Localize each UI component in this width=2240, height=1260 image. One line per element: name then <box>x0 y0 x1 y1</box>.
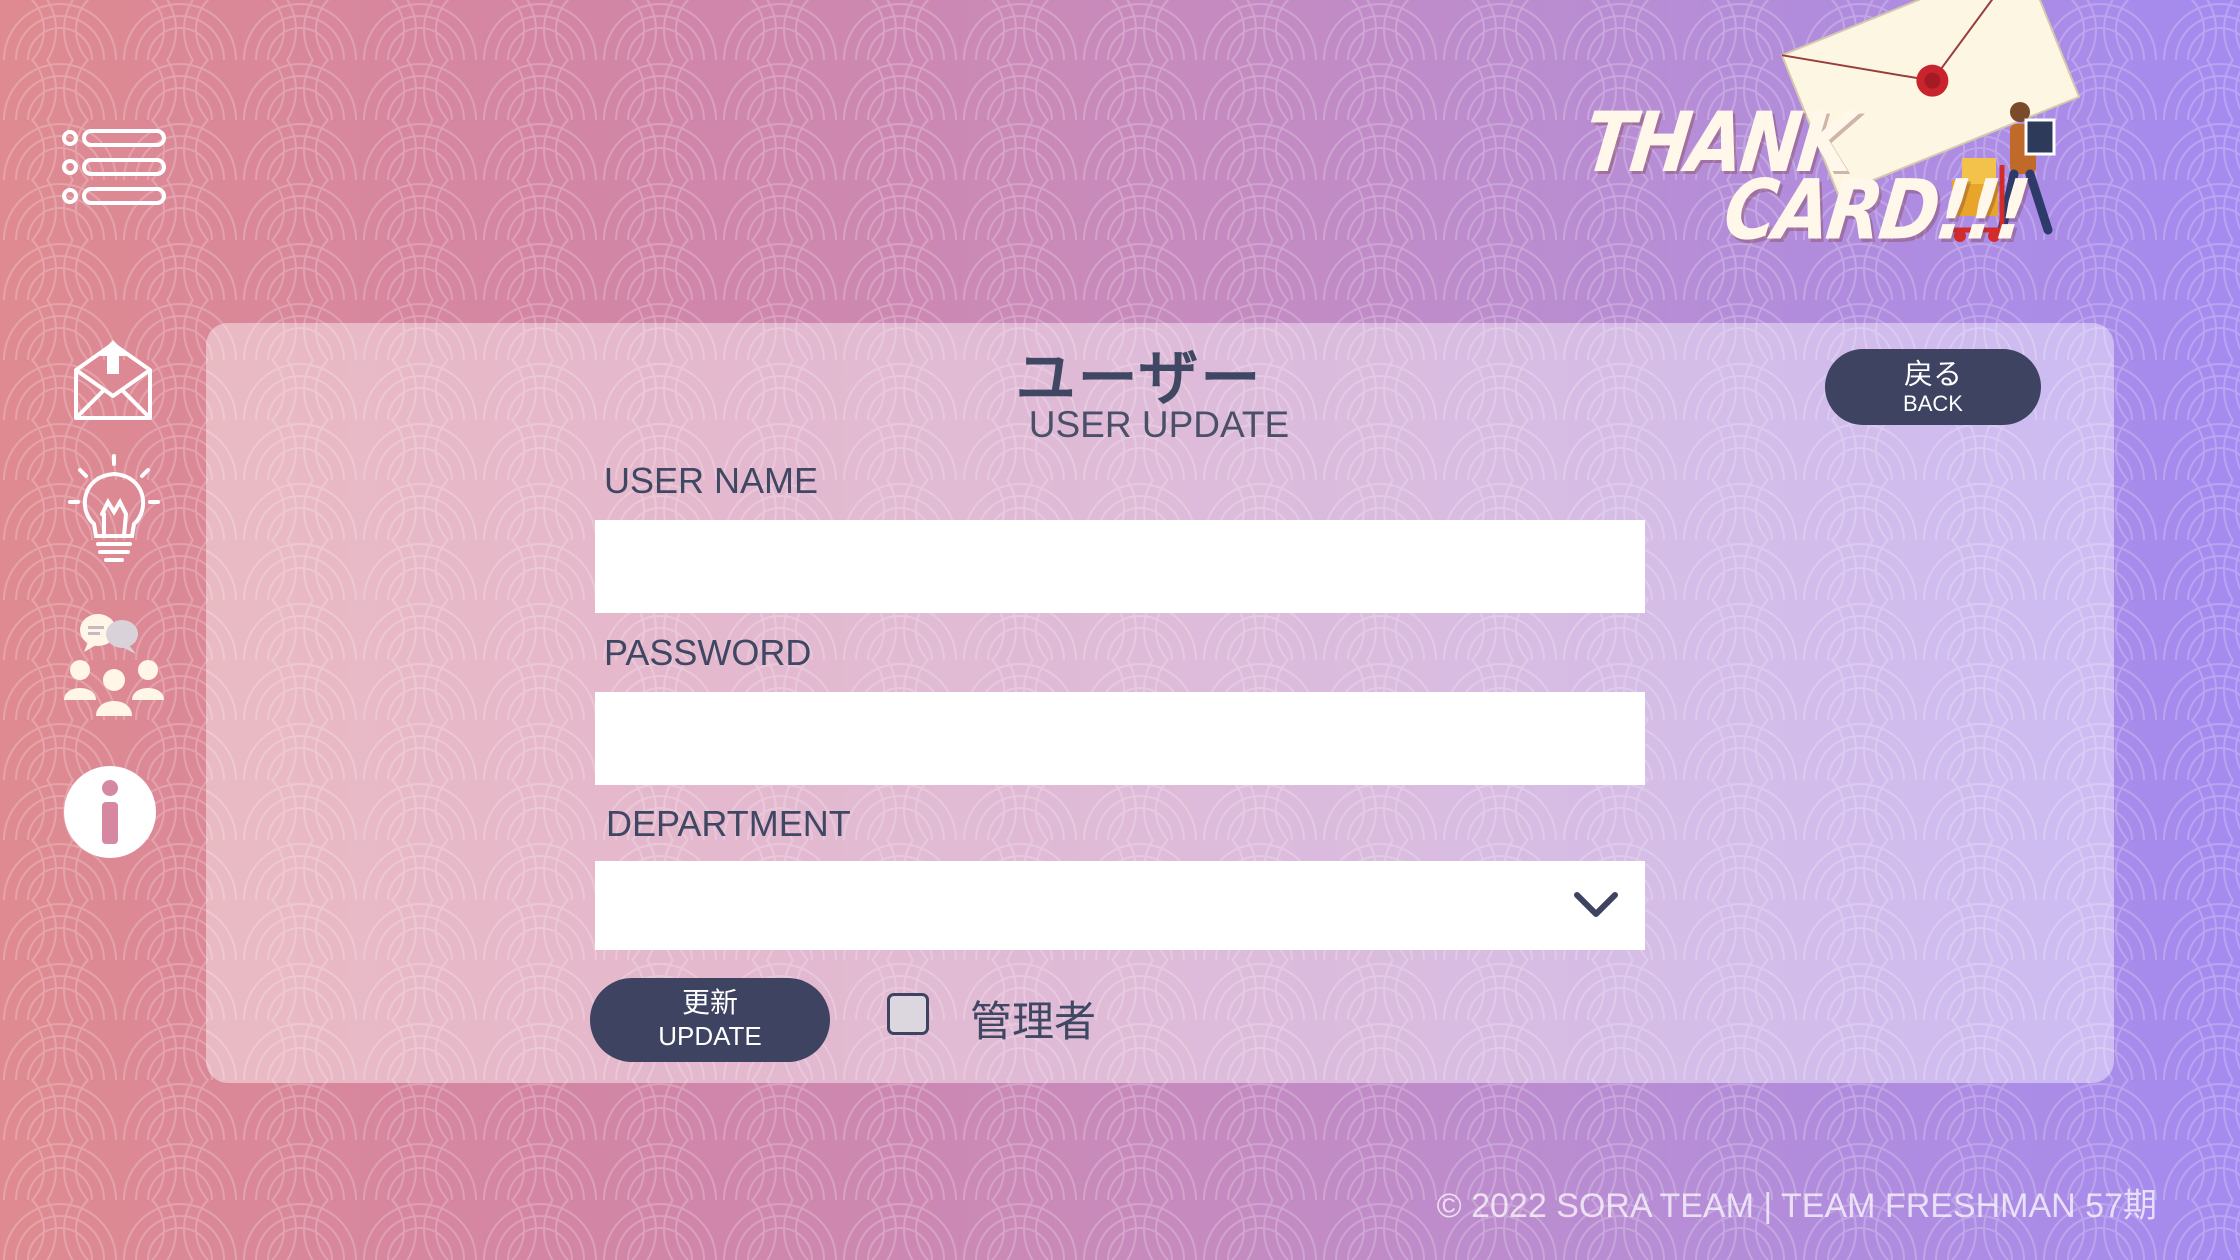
back-button-label-jp: 戻る <box>1903 357 1962 391</box>
back-button[interactable]: 戻る BACK <box>1825 349 2041 425</box>
password-input[interactable] <box>595 692 1645 785</box>
username-label: USER NAME <box>604 460 819 501</box>
admin-checkbox-label: 管理者 <box>970 997 1097 1046</box>
password-label: PASSWORD <box>604 632 812 673</box>
update-button[interactable]: 更新 UPDATE <box>590 978 830 1062</box>
department-label: DEPARTMENT <box>606 803 851 844</box>
username-input[interactable] <box>595 520 1645 613</box>
admin-checkbox[interactable] <box>887 993 929 1035</box>
update-button-label-jp: 更新 <box>681 986 738 1019</box>
department-select[interactable] <box>595 861 1645 950</box>
back-button-label-en: BACK <box>1903 391 1963 416</box>
update-button-label-en: UPDATE <box>658 1021 762 1051</box>
logo-text-card: CARD!!! <box>1719 161 2033 259</box>
chevron-down-icon <box>1574 892 1618 917</box>
lightbulb-icon[interactable] <box>68 454 160 566</box>
footer-copyright: © 2022 SORA TEAM | TEAM FRESHMAN 57期 <box>1436 1187 2157 1225</box>
info-icon[interactable] <box>62 764 158 860</box>
menu-list-icon[interactable] <box>62 128 168 206</box>
team-chat-icon[interactable] <box>62 608 166 720</box>
